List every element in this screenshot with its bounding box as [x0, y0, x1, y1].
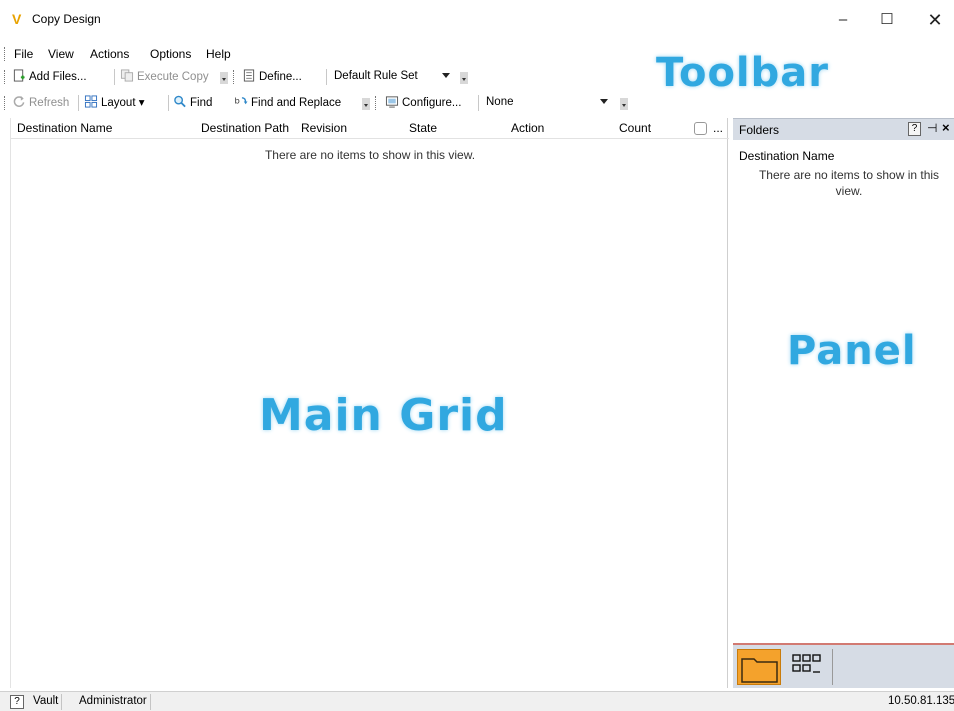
title-bar: V Copy Design – ☐ ✕ — [0, 0, 954, 40]
column-destination-name[interactable]: Destination Name — [17, 121, 112, 135]
close-button[interactable]: ✕ — [918, 8, 952, 32]
toolbar-separator — [114, 69, 115, 85]
menu-grip[interactable] — [4, 47, 7, 61]
app-logo-icon: V — [12, 11, 22, 27]
find-replace-button[interactable]: b Find and Replace — [234, 95, 342, 109]
toolbar-grip[interactable] — [4, 70, 7, 84]
chevron-down-icon — [600, 99, 608, 104]
filter-dropdown[interactable]: None — [482, 93, 612, 111]
menu-actions[interactable]: Actions — [90, 47, 129, 61]
folders-panel: Folders ? ⊣ × Destination Name There are… — [733, 118, 954, 688]
toolbar-overflow-4[interactable] — [620, 98, 628, 110]
panel-close-button[interactable]: × — [942, 120, 950, 135]
column-more[interactable]: ... — [713, 121, 723, 135]
minimize-button[interactable]: – — [826, 8, 860, 32]
refresh-button[interactable]: Refresh — [12, 95, 69, 109]
find-replace-icon: b — [235, 95, 248, 105]
toolbar-overflow-2[interactable] — [460, 72, 468, 84]
toolbar-overflow-3[interactable] — [362, 98, 370, 110]
status-user: Administrator — [76, 694, 151, 710]
menu-help[interactable]: Help — [206, 47, 231, 61]
panel-footer — [733, 643, 954, 688]
panel-title: Folders — [739, 123, 780, 137]
toolbar-separator — [168, 95, 169, 111]
panel-annotation: Panel — [787, 328, 917, 374]
grid-view-button[interactable] — [789, 649, 833, 685]
grid-view-icon — [792, 654, 821, 673]
filter-value: None — [486, 96, 514, 108]
column-destination-path[interactable]: Destination Path — [201, 121, 289, 135]
add-files-button[interactable]: Add Files... — [12, 69, 87, 83]
refresh-label: Refresh — [29, 97, 70, 109]
execute-copy-button[interactable]: Execute Copy — [120, 69, 209, 83]
main-grid[interactable]: Destination Name Destination Path Revisi… — [10, 118, 729, 688]
pin-icon[interactable]: ⊣ — [927, 121, 937, 135]
rule-set-dropdown[interactable]: Default Rule Set — [330, 67, 454, 85]
configure-icon — [385, 96, 399, 108]
column-revision[interactable]: Revision — [301, 121, 347, 135]
menu-view[interactable]: View — [48, 47, 74, 61]
column-state[interactable]: State — [409, 121, 437, 135]
layout-label: Layout — [101, 97, 136, 109]
execute-copy-icon — [120, 69, 134, 82]
toolbar-separator — [78, 95, 79, 111]
column-count[interactable]: Count — [619, 121, 651, 135]
menu-file[interactable]: File — [14, 47, 33, 61]
define-button[interactable]: Define... — [242, 69, 302, 83]
maximize-button[interactable]: ☐ — [870, 8, 904, 32]
chevron-down-icon — [442, 73, 450, 78]
menu-options[interactable]: Options — [150, 47, 191, 61]
layout-icon — [84, 95, 98, 108]
status-ip: 10.50.81.135 — [888, 695, 954, 707]
add-files-label: Add Files... — [29, 71, 87, 83]
toolbar-grip[interactable] — [4, 96, 7, 110]
folder-icon — [741, 658, 778, 683]
add-files-icon — [13, 69, 25, 82]
configure-button[interactable]: Configure... — [385, 95, 461, 109]
window-title: Copy Design — [32, 12, 101, 26]
execute-copy-label: Execute Copy — [137, 71, 209, 83]
toolbar-separator — [478, 95, 479, 111]
define-icon — [243, 69, 255, 82]
column-action[interactable]: Action — [511, 121, 544, 135]
rule-set-value: Default Rule Set — [334, 70, 418, 82]
select-all-checkbox[interactable] — [694, 122, 707, 135]
find-icon — [174, 95, 186, 108]
svg-text:b: b — [235, 95, 240, 105]
refresh-icon — [13, 95, 25, 107]
grid-empty-message: There are no items to show in this view. — [264, 148, 476, 162]
layout-button[interactable]: Layout ▾ — [84, 95, 145, 109]
define-label: Define... — [259, 71, 302, 83]
status-help-button[interactable]: ? — [10, 695, 24, 709]
panel-column-destination-name[interactable]: Destination Name — [739, 149, 834, 163]
toolbar-overflow-1[interactable] — [220, 72, 228, 84]
main-grid-annotation: Main Grid — [259, 390, 508, 441]
status-vault: Vault — [30, 694, 63, 710]
toolbar-grip[interactable] — [375, 96, 378, 110]
folder-view-button[interactable] — [737, 649, 781, 685]
panel-header: Folders ? ⊣ × — [733, 118, 954, 140]
configure-label: Configure... — [402, 97, 462, 109]
panel-empty-message: There are no items to show in this view. — [758, 168, 940, 198]
toolbar-separator — [326, 69, 327, 85]
status-bar: ? Vault Administrator 10.50.81.135 — [0, 691, 954, 711]
toolbar-grip[interactable] — [233, 70, 236, 84]
toolbar-annotation: Toolbar — [656, 50, 829, 96]
find-replace-label: Find and Replace — [251, 97, 342, 109]
grid-header: Destination Name Destination Path Revisi… — [11, 118, 729, 139]
find-button[interactable]: Find — [173, 95, 212, 109]
panel-help-button[interactable]: ? — [908, 122, 921, 136]
find-label: Find — [190, 97, 213, 109]
